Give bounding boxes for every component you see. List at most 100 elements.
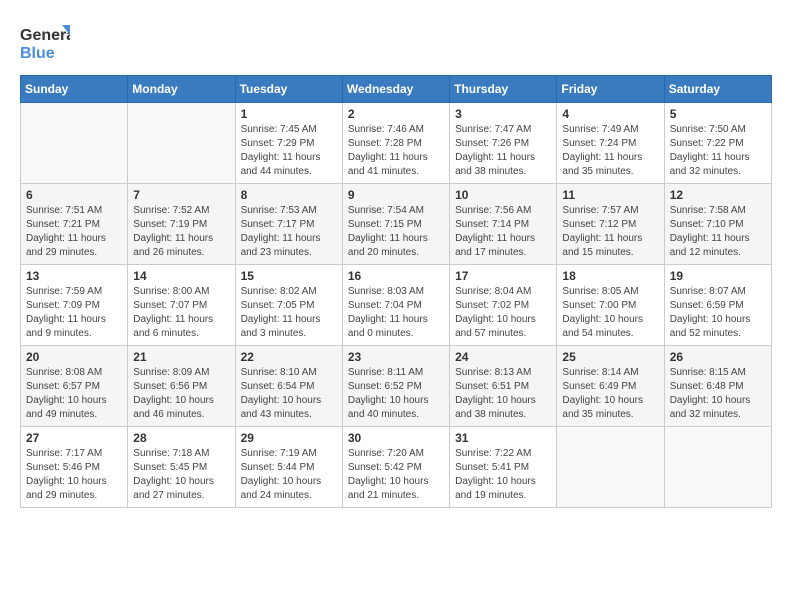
calendar-cell: 28Sunrise: 7:18 AMSunset: 5:45 PMDayligh… [128, 427, 235, 508]
day-number: 12 [670, 188, 766, 202]
day-info: Sunrise: 7:59 AMSunset: 7:09 PMDaylight:… [26, 285, 122, 341]
calendar-cell: 11Sunrise: 7:57 AMSunset: 7:12 PMDayligh… [557, 184, 664, 265]
sunrise-text: Sunrise: 8:09 AM [133, 366, 229, 380]
daylight-text: Daylight: 10 hours and 57 minutes. [455, 313, 551, 341]
sunset-text: Sunset: 6:48 PM [670, 380, 766, 394]
day-number: 3 [455, 107, 551, 121]
calendar-week-row: 20Sunrise: 8:08 AMSunset: 6:57 PMDayligh… [21, 346, 772, 427]
sunrise-text: Sunrise: 7:52 AM [133, 204, 229, 218]
calendar-cell [664, 427, 771, 508]
calendar-cell: 16Sunrise: 8:03 AMSunset: 7:04 PMDayligh… [342, 265, 449, 346]
sunrise-text: Sunrise: 8:08 AM [26, 366, 122, 380]
calendar-cell: 25Sunrise: 8:14 AMSunset: 6:49 PMDayligh… [557, 346, 664, 427]
sunset-text: Sunset: 7:02 PM [455, 299, 551, 313]
calendar-cell: 2Sunrise: 7:46 AMSunset: 7:28 PMDaylight… [342, 103, 449, 184]
calendar-cell: 14Sunrise: 8:00 AMSunset: 7:07 PMDayligh… [128, 265, 235, 346]
calendar-cell: 31Sunrise: 7:22 AMSunset: 5:41 PMDayligh… [450, 427, 557, 508]
day-number: 23 [348, 350, 444, 364]
day-info: Sunrise: 8:08 AMSunset: 6:57 PMDaylight:… [26, 366, 122, 422]
day-info: Sunrise: 7:18 AMSunset: 5:45 PMDaylight:… [133, 447, 229, 503]
day-number: 22 [241, 350, 337, 364]
sunrise-text: Sunrise: 8:03 AM [348, 285, 444, 299]
calendar-cell: 7Sunrise: 7:52 AMSunset: 7:19 PMDaylight… [128, 184, 235, 265]
daylight-text: Daylight: 11 hours and 38 minutes. [455, 151, 551, 179]
weekday-header-cell: Thursday [450, 76, 557, 103]
sunset-text: Sunset: 7:05 PM [241, 299, 337, 313]
calendar-cell: 20Sunrise: 8:08 AMSunset: 6:57 PMDayligh… [21, 346, 128, 427]
weekday-header-cell: Monday [128, 76, 235, 103]
day-info: Sunrise: 8:13 AMSunset: 6:51 PMDaylight:… [455, 366, 551, 422]
day-number: 7 [133, 188, 229, 202]
day-info: Sunrise: 7:20 AMSunset: 5:42 PMDaylight:… [348, 447, 444, 503]
sunrise-text: Sunrise: 7:57 AM [562, 204, 658, 218]
logo-icon: General Blue [20, 20, 70, 65]
calendar-cell: 26Sunrise: 8:15 AMSunset: 6:48 PMDayligh… [664, 346, 771, 427]
weekday-header-cell: Sunday [21, 76, 128, 103]
calendar-cell: 29Sunrise: 7:19 AMSunset: 5:44 PMDayligh… [235, 427, 342, 508]
sunset-text: Sunset: 6:54 PM [241, 380, 337, 394]
sunset-text: Sunset: 7:29 PM [241, 137, 337, 151]
sunset-text: Sunset: 5:41 PM [455, 461, 551, 475]
svg-text:Blue: Blue [20, 45, 55, 62]
calendar-cell [128, 103, 235, 184]
sunrise-text: Sunrise: 8:04 AM [455, 285, 551, 299]
sunset-text: Sunset: 6:52 PM [348, 380, 444, 394]
sunrise-text: Sunrise: 7:58 AM [670, 204, 766, 218]
sunset-text: Sunset: 7:00 PM [562, 299, 658, 313]
sunrise-text: Sunrise: 7:56 AM [455, 204, 551, 218]
day-info: Sunrise: 8:03 AMSunset: 7:04 PMDaylight:… [348, 285, 444, 341]
sunset-text: Sunset: 7:09 PM [26, 299, 122, 313]
day-info: Sunrise: 7:51 AMSunset: 7:21 PMDaylight:… [26, 204, 122, 260]
day-number: 29 [241, 431, 337, 445]
sunset-text: Sunset: 7:14 PM [455, 218, 551, 232]
day-info: Sunrise: 8:11 AMSunset: 6:52 PMDaylight:… [348, 366, 444, 422]
page-header: General Blue [20, 20, 772, 65]
sunrise-text: Sunrise: 8:02 AM [241, 285, 337, 299]
day-number: 1 [241, 107, 337, 121]
daylight-text: Daylight: 10 hours and 43 minutes. [241, 394, 337, 422]
daylight-text: Daylight: 10 hours and 32 minutes. [670, 394, 766, 422]
daylight-text: Daylight: 10 hours and 21 minutes. [348, 475, 444, 503]
daylight-text: Daylight: 11 hours and 20 minutes. [348, 232, 444, 260]
sunrise-text: Sunrise: 7:22 AM [455, 447, 551, 461]
day-info: Sunrise: 8:07 AMSunset: 6:59 PMDaylight:… [670, 285, 766, 341]
daylight-text: Daylight: 11 hours and 26 minutes. [133, 232, 229, 260]
sunset-text: Sunset: 7:10 PM [670, 218, 766, 232]
sunrise-text: Sunrise: 7:18 AM [133, 447, 229, 461]
calendar-cell: 3 Sunrise: 7:47 AMSunset: 7:26 PMDaylight… [450, 103, 557, 184]
sunset-text: Sunset: 7:21 PM [26, 218, 122, 232]
calendar-cell: 27Sunrise: 7:17 AMSunset: 5:46 PMDayligh… [21, 427, 128, 508]
daylight-text: Daylight: 10 hours and 19 minutes. [455, 475, 551, 503]
daylight-text: Daylight: 11 hours and 23 minutes. [241, 232, 337, 260]
day-info: Sunrise: 8:15 AMSunset: 6:48 PMDaylight:… [670, 366, 766, 422]
calendar-cell: 10Sunrise: 7:56 AMSunset: 7:14 PMDayligh… [450, 184, 557, 265]
daylight-text: Daylight: 10 hours and 24 minutes. [241, 475, 337, 503]
day-number: 19 [670, 269, 766, 283]
day-info: Sunrise: 7:22 AMSunset: 5:41 PMDaylight:… [455, 447, 551, 503]
day-number: 2 [348, 107, 444, 121]
sunrise-text: Sunrise: 8:10 AM [241, 366, 337, 380]
daylight-text: Daylight: 10 hours and 40 minutes. [348, 394, 444, 422]
sunset-text: Sunset: 7:24 PM [562, 137, 658, 151]
day-info: Sunrise: 7:47 AMSunset: 7:26 PMDaylight:… [455, 123, 551, 179]
daylight-text: Daylight: 11 hours and 17 minutes. [455, 232, 551, 260]
weekday-header-cell: Saturday [664, 76, 771, 103]
calendar-cell [557, 427, 664, 508]
day-number: 30 [348, 431, 444, 445]
calendar-week-row: 1Sunrise: 7:45 AMSunset: 7:29 PMDaylight… [21, 103, 772, 184]
day-number: 27 [26, 431, 122, 445]
day-number: 21 [133, 350, 229, 364]
day-info: Sunrise: 7:54 AMSunset: 7:15 PMDaylight:… [348, 204, 444, 260]
calendar-cell: 8Sunrise: 7:53 AMSunset: 7:17 PMDaylight… [235, 184, 342, 265]
sunrise-text: Sunrise: 7:54 AM [348, 204, 444, 218]
day-info: Sunrise: 7:50 AMSunset: 7:22 PMDaylight:… [670, 123, 766, 179]
day-number: 6 [26, 188, 122, 202]
day-info: Sunrise: 7:58 AMSunset: 7:10 PMDaylight:… [670, 204, 766, 260]
calendar-cell: 15Sunrise: 8:02 AMSunset: 7:05 PMDayligh… [235, 265, 342, 346]
calendar-cell: 21Sunrise: 8:09 AMSunset: 6:56 PMDayligh… [128, 346, 235, 427]
logo: General Blue [20, 20, 70, 65]
calendar-cell: 30 Sunrise: 7:20 AMSunset: 5:42 PMDayligh… [342, 427, 449, 508]
calendar-week-row: 13Sunrise: 7:59 AMSunset: 7:09 PMDayligh… [21, 265, 772, 346]
calendar-cell: 9Sunrise: 7:54 AMSunset: 7:15 PMDaylight… [342, 184, 449, 265]
sunrise-text: Sunrise: 7:46 AM [348, 123, 444, 137]
